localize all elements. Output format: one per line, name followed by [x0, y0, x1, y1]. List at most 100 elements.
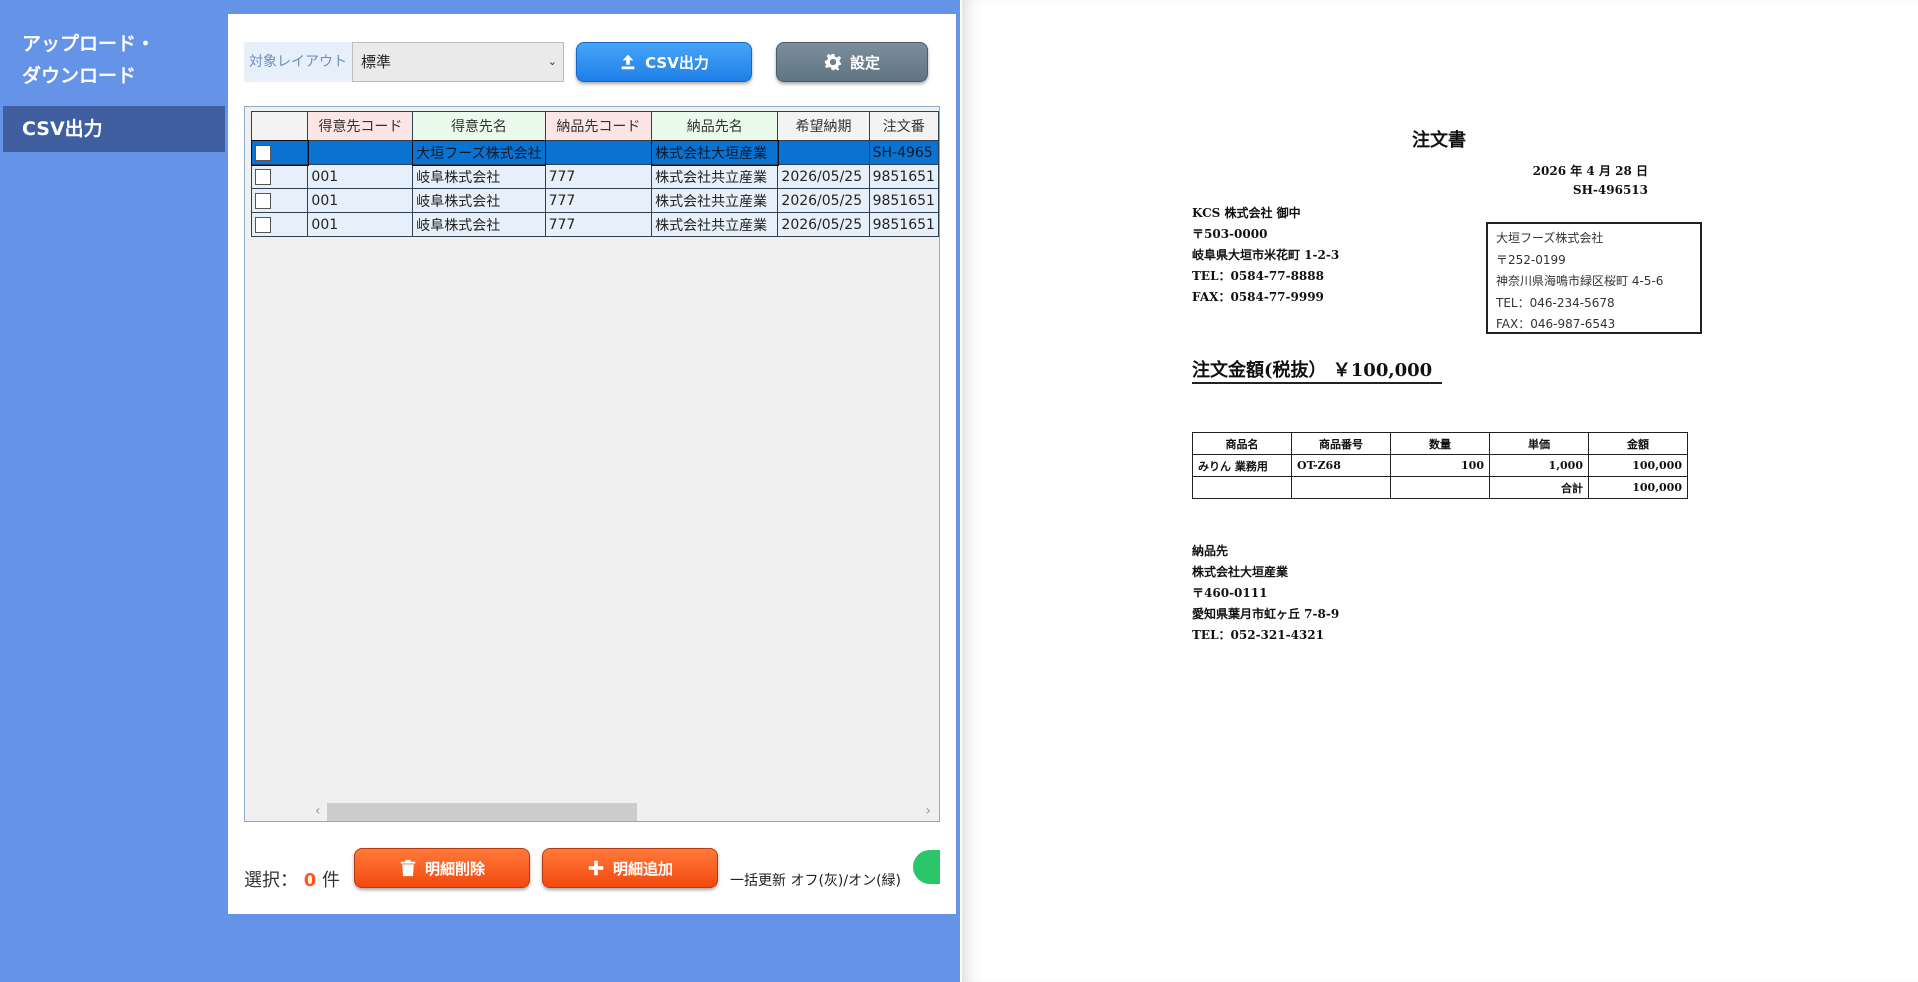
sidebar-item-label: ダウンロード: [22, 65, 137, 87]
table-row[interactable]: 001 岐阜株式会社 777 株式会社共立産業 2026/05/25 98516…: [250, 164, 939, 189]
delivery-postal: 〒460-0111: [1192, 586, 1268, 600]
bulk-update-toggle[interactable]: [913, 850, 940, 884]
sidebar-item-label: CSV出力: [22, 118, 103, 140]
layout-select-value: 標準: [361, 53, 392, 71]
table-row[interactable]: 001 岐阜株式会社 777 株式会社共立産業 2026/05/25 98516…: [250, 188, 939, 213]
cell-order-number[interactable]: SH-4965: [868, 140, 939, 165]
cell-desired-date[interactable]: 2026/05/25: [777, 188, 870, 213]
vendor-fax: FAX：046-987-6543: [1496, 317, 1616, 331]
cell-customer-name[interactable]: 大垣フーズ株式会社: [411, 139, 547, 166]
sidebar-item-csv-output[interactable]: CSV出力: [3, 106, 225, 152]
scroll-left-icon[interactable]: ‹: [315, 801, 321, 821]
delete-detail-button[interactable]: 明細削除: [354, 848, 530, 888]
gear-icon: [824, 53, 842, 71]
document-date: 2026 年 4 月 28 日: [1532, 164, 1648, 178]
row-checkbox[interactable]: [255, 192, 271, 209]
settings-button[interactable]: 設定: [776, 42, 928, 82]
selection-prefix: 選択：: [244, 870, 298, 891]
cell-delivery-code[interactable]: 777: [544, 188, 653, 213]
cell-customer-code[interactable]: [307, 140, 414, 165]
layout-label: 対象レイアウト: [244, 42, 352, 82]
vendor-postal: 〒252-0199: [1496, 252, 1566, 267]
sidebar-item-label: アップロード・: [22, 33, 156, 55]
items-header: 単価: [1489, 432, 1589, 455]
column-header[interactable]: 注文番: [868, 111, 939, 141]
row-checkbox[interactable]: [255, 144, 271, 161]
select-column-header: [250, 111, 309, 141]
items-header: 数量: [1390, 432, 1490, 455]
order-amount: 注文金額(税抜） ￥100,000: [1192, 356, 1443, 384]
csv-output-button-label: CSV出力: [645, 53, 709, 72]
delivery-name: 株式会社大垣産業: [1192, 565, 1289, 579]
cell-desired-date[interactable]: 2026/05/25: [777, 164, 870, 189]
table-row[interactable]: 001 岐阜株式会社 777 株式会社共立産業 2026/05/25 98516…: [250, 212, 939, 237]
row-select-cell[interactable]: [250, 212, 309, 237]
row-select-cell[interactable]: [250, 164, 309, 189]
row-checkbox[interactable]: [255, 216, 271, 233]
row-select-cell[interactable]: [250, 139, 309, 166]
add-detail-button-label: 明細追加: [612, 859, 673, 878]
table-row[interactable]: 大垣フーズ株式会社 株式会社大垣産業 SH-4965: [250, 139, 939, 166]
items-header: 商品名: [1192, 432, 1292, 455]
buyer-address: 岐阜県大垣市米花町 1-2-3: [1192, 248, 1340, 262]
selection-count: 0: [303, 870, 317, 891]
cell-customer-code[interactable]: 001: [307, 164, 414, 189]
sidebar-item-upload-download[interactable]: アップロード・ ダウンロード: [0, 14, 228, 100]
column-header[interactable]: 得意先コード: [307, 111, 414, 141]
item-amount: 100,000: [1588, 454, 1688, 477]
item-code: OT-Z68: [1291, 454, 1391, 477]
cell-customer-name[interactable]: 岐阜株式会社: [412, 164, 546, 189]
total-value: 100,000: [1588, 476, 1688, 499]
buyer-name: KCS 株式会社 御中: [1192, 206, 1301, 220]
cell-delivery-code[interactable]: [544, 140, 653, 165]
cell-delivery-code[interactable]: 777: [544, 212, 653, 237]
csv-output-button[interactable]: CSV出力: [576, 42, 752, 82]
add-detail-button[interactable]: 明細追加: [542, 848, 718, 888]
scrollbar-thumb[interactable]: [327, 803, 637, 821]
item-qty: 100: [1390, 454, 1490, 477]
order-table: 得意先コード 得意先名 納品先コード 納品先名 希望納期 注文番 大垣フーズ株式…: [250, 111, 939, 237]
cell-order-number[interactable]: 9851651: [868, 212, 939, 237]
vendor-box: 大垣フーズ株式会社 〒252-0199 神奈川県海鳴市緑区桜町 4-5-6 TE…: [1486, 222, 1702, 334]
cell-delivery-name[interactable]: 株式会社共立産業: [651, 212, 779, 237]
items-header-row: 商品名 商品番号 数量 単価 金額: [1192, 432, 1688, 455]
main-panel: 対象レイアウト 標準 ⌄ CSV出力 設定 得意先コード 得意先名 納品先コード…: [228, 14, 956, 914]
selection-counter: 選択： 0 件: [244, 866, 340, 892]
items-header: 金額: [1588, 432, 1688, 455]
cell-delivery-name[interactable]: 株式会社大垣産業: [650, 139, 779, 166]
cell-customer-code[interactable]: 001: [307, 188, 414, 213]
document-title: 注文書: [1412, 130, 1466, 151]
items-header: 商品番号: [1291, 432, 1391, 455]
delivery-address: 愛知県葉月市虹ヶ丘 7-8-9: [1192, 607, 1340, 621]
items-table: 商品名 商品番号 数量 単価 金額 みりん 業務用 OT-Z68 100 1,0…: [1192, 432, 1688, 499]
cell-delivery-code[interactable]: 777: [544, 164, 653, 189]
cell-order-number[interactable]: 9851651: [868, 164, 939, 189]
buyer-fax: FAX：0584-77-9999: [1192, 290, 1324, 304]
column-header[interactable]: 納品先名: [651, 111, 779, 141]
cell-customer-name[interactable]: 岐阜株式会社: [412, 188, 546, 213]
row-select-cell[interactable]: [250, 188, 309, 213]
layout-select[interactable]: 標準 ⌄: [352, 42, 564, 82]
cell-order-number[interactable]: 9851651: [868, 188, 939, 213]
cell-desired-date[interactable]: [777, 140, 870, 165]
cell-delivery-name[interactable]: 株式会社共立産業: [651, 188, 779, 213]
column-header[interactable]: 得意先名: [412, 111, 546, 141]
horizontal-scrollbar[interactable]: ‹ ›: [315, 801, 935, 821]
selection-suffix: 件: [322, 870, 340, 891]
column-header[interactable]: 希望納期: [777, 111, 870, 141]
row-checkbox[interactable]: [255, 168, 271, 185]
cell-customer-name[interactable]: 岐阜株式会社: [412, 212, 546, 237]
item-name: みりん 業務用: [1192, 454, 1292, 477]
cell-customer-code[interactable]: 001: [307, 212, 414, 237]
chevron-down-icon: ⌄: [547, 55, 557, 68]
cell-delivery-name[interactable]: 株式会社共立産業: [651, 164, 779, 189]
item-price: 1,000: [1489, 454, 1589, 477]
vendor-name: 大垣フーズ株式会社: [1496, 231, 1604, 245]
trash-icon: [400, 859, 416, 877]
scroll-right-icon[interactable]: ›: [925, 801, 931, 821]
column-header[interactable]: 納品先コード: [544, 111, 653, 141]
cell-desired-date[interactable]: 2026/05/25: [777, 212, 870, 237]
upload-icon: [621, 54, 635, 70]
settings-button-label: 設定: [849, 53, 880, 72]
items-total-row: 合計 100,000: [1192, 476, 1688, 499]
